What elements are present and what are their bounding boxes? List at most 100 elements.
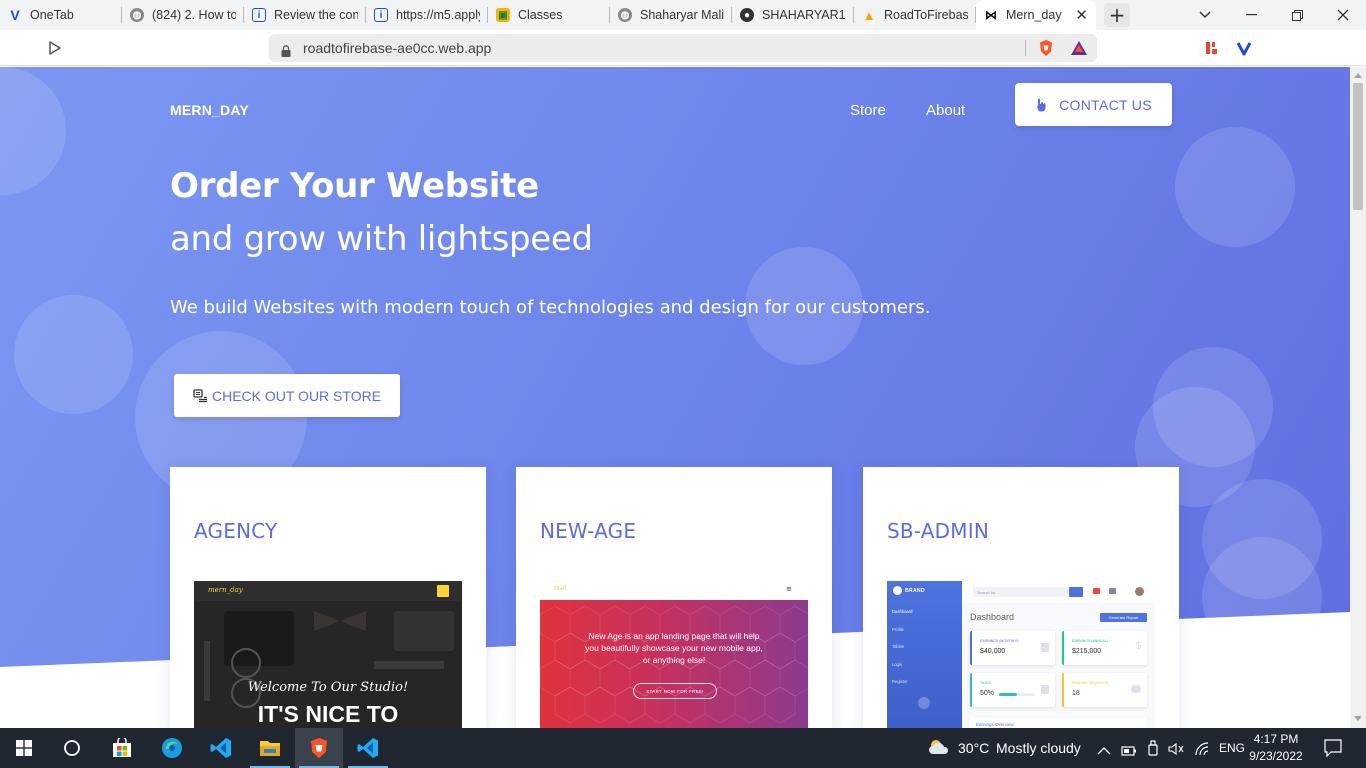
store-button-label: CHECK OUT OUR STORE	[211, 387, 382, 404]
kpi-card: EARNINGS (MONTHLY) $40,000	[970, 631, 1055, 665]
sb-admin-preview-overview: Earnings Overview	[970, 718, 1146, 728]
url-text: roadtofirebase-ae0cc.web.app	[303, 40, 492, 56]
site-brand[interactable]: MERN_DAY	[170, 102, 249, 118]
battery-icon[interactable]	[1121, 742, 1137, 761]
messages-icon	[1109, 588, 1116, 594]
task-progress-fill	[999, 693, 1017, 696]
vivaldi-v-icon: V	[10, 7, 20, 23]
sb-admin-preview-generate: Generate Report	[1100, 613, 1147, 622]
brand-laugh-icon	[893, 586, 902, 595]
kpi-card: EARNINGS (ANNUAL) $215,000 $	[1062, 631, 1147, 665]
windows-start-icon[interactable]	[0, 728, 48, 768]
agency-preview-image[interactable]: mern_day Welcome To Our Studio! IT'S NIC…	[194, 581, 462, 728]
edge-browser-icon[interactable]	[148, 728, 196, 768]
weather-temperature[interactable]: 30°C	[958, 740, 989, 756]
kpi-label: EARNINGS (ANNUAL)	[1072, 639, 1108, 643]
sb-admin-preview-image[interactable]: BRAND Dashboard Profile Tables Login Reg…	[887, 581, 1155, 728]
wifi-icon[interactable]	[1194, 741, 1210, 760]
kpi-value: $40,000	[980, 648, 1006, 655]
usb-drive-icon[interactable]	[1147, 740, 1159, 760]
kpi-card: TASKS 50%	[970, 673, 1055, 707]
microsoft-store-icon[interactable]	[98, 728, 146, 768]
scroll-thumb[interactable]	[1353, 83, 1363, 210]
vscode-window-icon[interactable]	[344, 728, 392, 768]
tab-shaharyar-malik[interactable]: ◍ Shaharyar Malik	[610, 0, 732, 30]
nav-store-link[interactable]: Store	[850, 102, 886, 119]
avatar	[1135, 587, 1144, 596]
sb-admin-nav-item: Tables	[892, 644, 905, 649]
brave-rewards-icon[interactable]	[1069, 38, 1089, 58]
url-bar[interactable]: roadtofirebase-ae0cc.web.app	[269, 34, 1097, 62]
system-clock[interactable]: 4:17 PM 9/23/2022	[1246, 731, 1306, 765]
agency-preview-menu-icon	[437, 585, 449, 597]
calendar-icon	[1041, 643, 1049, 652]
agency-preview-welcome: Welcome To Our Studio!	[247, 680, 409, 695]
tab-onetab[interactable]: V OneTab	[0, 0, 122, 30]
page-scrollbar[interactable]	[1350, 67, 1366, 728]
tab-classes[interactable]: ▣ Classes	[488, 0, 610, 30]
vivaldi-extension-icon[interactable]	[1234, 38, 1254, 58]
github-icon: ●	[740, 8, 754, 22]
chevron-up-icon[interactable]	[1097, 741, 1111, 760]
task-progress-track	[999, 693, 1035, 696]
weather-description[interactable]: Mostly cloudy	[996, 740, 1081, 756]
tab-mern-day[interactable]: ⋈ Mern_day ✕	[976, 0, 1096, 30]
notification-center-icon[interactable]	[1324, 739, 1342, 761]
search-icon	[1069, 587, 1083, 597]
address-toolbar: roadtofirebase-ae0cc.web.app	[0, 30, 1366, 66]
close-tab-icon[interactable]: ✕	[1069, 6, 1088, 24]
kpi-value: 18	[1072, 690, 1080, 697]
language-indicator[interactable]: ENG	[1219, 741, 1245, 755]
new-age-preview-menu-icon: ≡	[786, 585, 792, 593]
new-age-preview-text: New Age is an app landing page that will…	[585, 631, 763, 665]
hero-title: Order Your Website	[170, 166, 539, 206]
vscode-icon[interactable]	[197, 728, 245, 768]
template-card-sb-admin[interactable]: SB-ADMIN BRAND Dashboard Profile Tables …	[863, 467, 1179, 728]
brave-browser-icon[interactable]	[295, 728, 343, 768]
tab-roadtofirebase[interactable]: ▲ RoadToFirebase	[854, 0, 976, 30]
contact-us-button[interactable]: CONTACT US	[1015, 83, 1172, 126]
dollar-icon: $	[1135, 641, 1141, 652]
tab-youtube-video[interactable]: ◍ (824) 2. How to	[122, 0, 244, 30]
pointing-hand-icon	[1035, 98, 1047, 112]
close-window-button[interactable]	[1320, 0, 1366, 30]
clock-date: 9/23/2022	[1249, 749, 1303, 763]
nav-about-link[interactable]: About	[926, 102, 965, 119]
restore-button[interactable]	[1274, 0, 1320, 30]
template-card-new-age[interactable]: NEW-AGE Start ≡ New Age is an app landin…	[516, 467, 832, 728]
info-icon: i	[374, 8, 388, 22]
new-age-preview-image[interactable]: Start ≡ New Age is an app landing page t…	[540, 581, 808, 728]
minimize-button[interactable]	[1228, 0, 1274, 30]
scroll-up-arrow-icon[interactable]	[1354, 73, 1362, 78]
clock-time: 4:17 PM	[1253, 732, 1299, 746]
tab-search-chevron-icon[interactable]	[1182, 0, 1228, 30]
card-title: SB-ADMIN	[887, 519, 989, 543]
kpi-card: PENDING REQUESTS 18	[1062, 673, 1147, 707]
new-age-preview-navbar	[540, 581, 808, 600]
weather-cloud-icon[interactable]	[927, 738, 951, 760]
brave-shields-icon[interactable]	[1036, 38, 1056, 58]
agency-preview-headline: IT'S NICE TO	[257, 701, 399, 727]
hero-description: We build Websites with modern touch of t…	[170, 297, 931, 318]
scroll-down-arrow-icon[interactable]	[1354, 716, 1362, 721]
sb-admin-nav-item: Login	[892, 662, 903, 667]
tab-review-content[interactable]: i Review the cont	[244, 0, 366, 30]
kpi-value: 50%	[980, 690, 995, 697]
file-explorer-icon[interactable]	[246, 728, 294, 768]
kpi-label: PENDING REQUESTS	[1072, 681, 1109, 685]
windows-taskbar: 30°C Mostly cloudy ENG 4:17 PM 9/23/2022	[0, 728, 1366, 768]
sb-admin-nav-item: Register	[892, 679, 908, 684]
cortana-search-icon[interactable]	[48, 728, 96, 768]
volume-muted-icon[interactable]	[1168, 741, 1184, 760]
tab-m5-apply[interactable]: i https://m5.apply	[366, 0, 488, 30]
store-list-icon	[193, 388, 208, 403]
extension-red-icon[interactable]	[1202, 38, 1222, 58]
check-out-store-button[interactable]: CHECK OUT OUR STORE	[174, 374, 400, 417]
url-bar-separator	[1025, 40, 1026, 56]
play-icon[interactable]	[44, 38, 64, 58]
browser-tab-strip: V OneTab ◍ (824) 2. How to i Review the …	[0, 0, 1366, 30]
tab-github[interactable]: ● SHAHARYAR125	[732, 0, 854, 30]
template-card-agency[interactable]: AGENCY mern_day Welcome To Our Studio! I…	[170, 467, 486, 728]
new-tab-button[interactable]: +	[1104, 3, 1130, 27]
agency-preview-logo: mern_day	[208, 586, 243, 594]
